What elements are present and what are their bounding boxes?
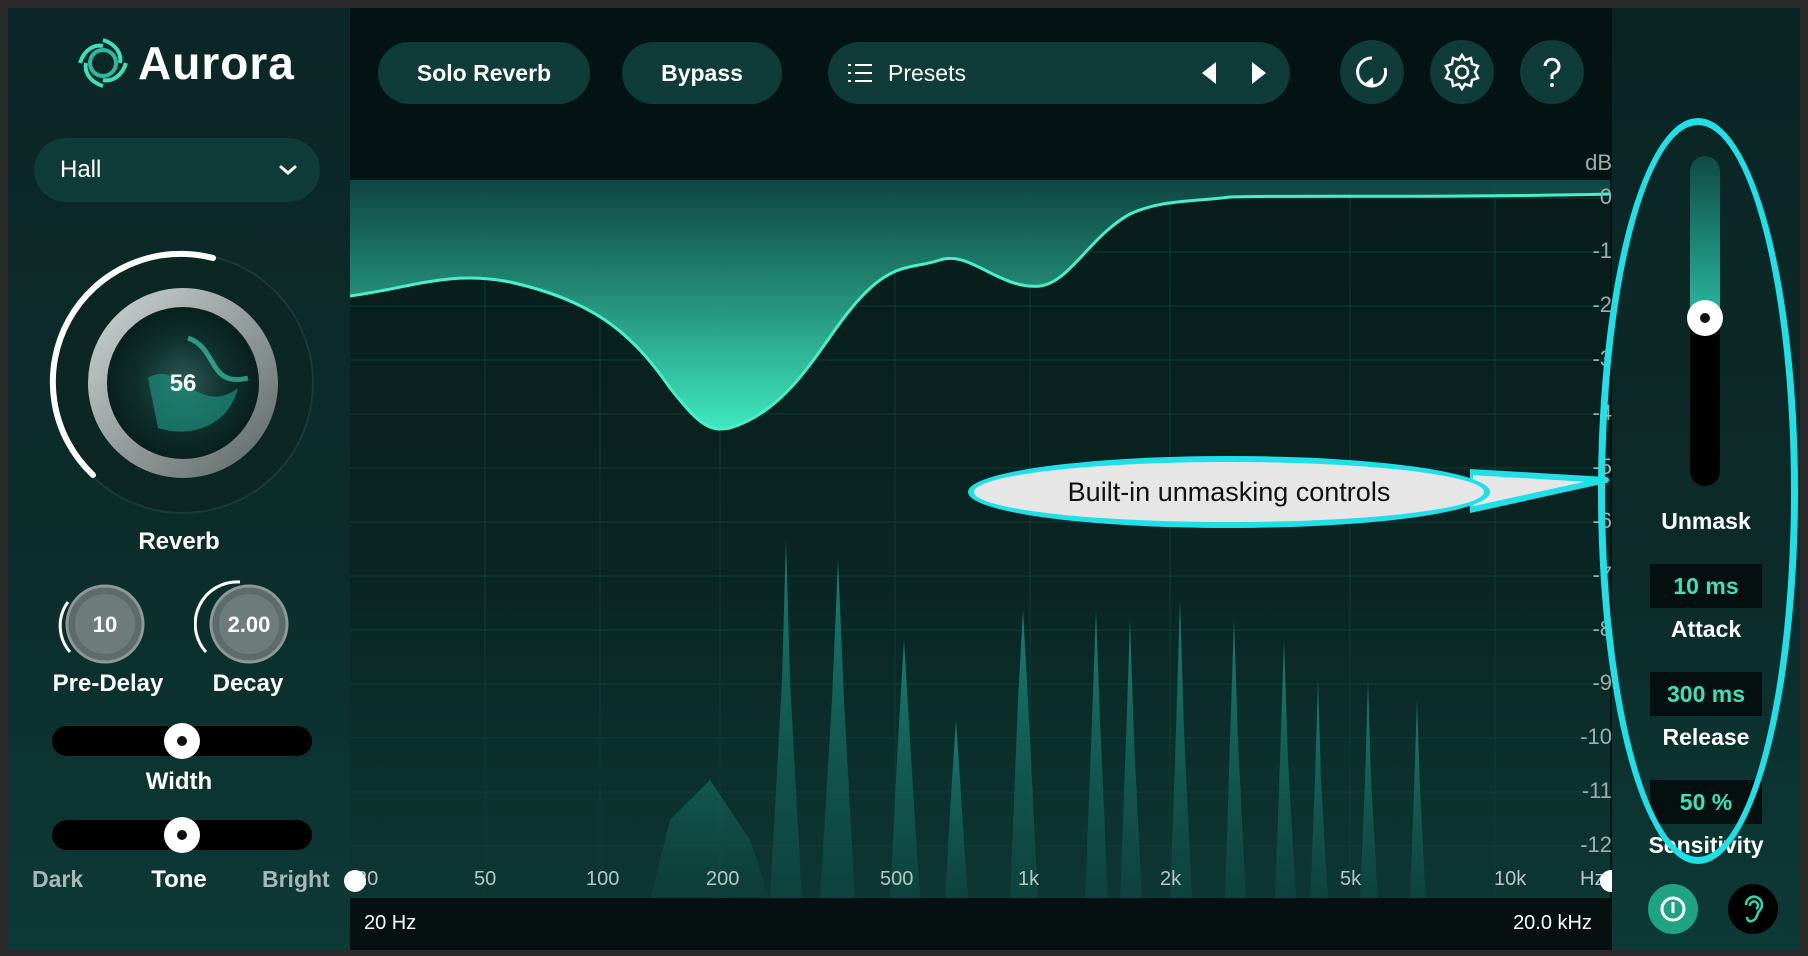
bypass-button[interactable]: Bypass	[622, 42, 782, 104]
decay-value: 2.00	[228, 612, 271, 637]
aurora-plugin-window: Aurora Hall 56 Reverb 10 Pre-Delay 2.00 …	[0, 0, 1808, 956]
help-icon	[1543, 57, 1561, 87]
range-low-label: 20 Hz	[364, 912, 417, 934]
power-icon	[1660, 896, 1686, 922]
window-right-border	[1800, 0, 1808, 956]
frequency-tick-label: 500	[880, 868, 914, 890]
decay-knob[interactable]: 2.00	[194, 568, 294, 668]
listen-button[interactable]	[1728, 884, 1778, 934]
db-tick-label: 0	[1599, 184, 1612, 209]
solo-reverb-button[interactable]: Solo Reverb	[378, 42, 590, 104]
width-slider-handle[interactable]	[164, 723, 200, 759]
width-label: Width	[145, 768, 213, 795]
callout-pointer	[1470, 469, 1609, 513]
presets-label: Presets	[888, 59, 966, 86]
undo-button[interactable]	[1340, 40, 1404, 104]
prev-arrow-icon[interactable]	[1198, 60, 1220, 86]
frequency-tick-label: 50	[474, 868, 497, 890]
frequency-tick-label: 10k	[1494, 868, 1527, 890]
settings-button[interactable]	[1430, 40, 1494, 104]
window-top-border	[0, 0, 1808, 8]
frequency-tick-label: 2k	[1160, 868, 1182, 890]
next-arrow-icon[interactable]	[1248, 60, 1270, 86]
reverb-mode-value: Hall	[60, 156, 102, 183]
power-button[interactable]	[1648, 884, 1698, 934]
solo-reverb-label: Solo Reverb	[416, 59, 552, 86]
db-tick-label: -10	[1580, 724, 1612, 749]
window-bottom-border	[0, 950, 1808, 956]
db-tick-label: -11	[1581, 778, 1612, 803]
presets-bar[interactable]: Presets	[828, 42, 1290, 104]
db-tick-label: -8	[1592, 616, 1612, 641]
gear-icon	[1444, 52, 1480, 92]
frequency-tick-label: 200	[706, 868, 740, 890]
left-panel: Aurora Hall 56 Reverb 10 Pre-Delay 2.00 …	[8, 8, 350, 950]
db-tick-label: -1	[1592, 238, 1612, 263]
db-tick-label: -2	[1592, 292, 1612, 317]
frequency-tick-label: 1k	[1018, 868, 1040, 890]
tone-bright-label: Bright	[262, 866, 330, 892]
reverb-knob[interactable]: 56	[38, 238, 328, 528]
reverb-mode-dropdown[interactable]: Hall	[34, 138, 320, 202]
bypass-label: Bypass	[661, 59, 743, 86]
annotation-callout: Built-in unmasking controls	[968, 456, 1490, 528]
tone-slider[interactable]	[52, 817, 312, 853]
range-low-handle[interactable]	[344, 870, 366, 892]
db-tick-label: -9	[1592, 670, 1612, 695]
annotation-highlight-ellipse	[1598, 118, 1798, 864]
ear-icon	[1744, 895, 1764, 923]
chevron-down-icon	[279, 165, 297, 175]
decay-label: Decay	[212, 670, 284, 697]
help-button[interactable]	[1520, 40, 1584, 104]
app-logo: Aurora	[76, 36, 295, 90]
db-tick-label: -12	[1580, 832, 1612, 857]
aurora-logo-icon	[78, 38, 128, 88]
reverb-label: Reverb	[138, 528, 220, 555]
width-slider[interactable]	[52, 723, 312, 759]
pre-delay-value: 10	[93, 612, 117, 637]
frequency-tick-label: 100	[586, 868, 620, 890]
reverb-value: 56	[170, 370, 197, 397]
annotation-text: Built-in unmasking controls	[1067, 476, 1391, 507]
list-icon	[848, 64, 872, 82]
frequency-tick-label: 5k	[1340, 868, 1362, 890]
window-left-border	[0, 0, 8, 956]
tone-slider-handle[interactable]	[164, 817, 200, 853]
pre-delay-knob[interactable]: 10	[52, 568, 152, 668]
range-high-label: 20.0 kHz	[1513, 912, 1592, 934]
db-unit-label: dB	[1585, 150, 1612, 175]
pre-delay-label: Pre-Delay	[52, 670, 164, 697]
undo-icon	[1356, 56, 1388, 88]
app-name: Aurora	[138, 37, 295, 89]
frequency-range-bar: 20 Hz 20.0 kHz	[350, 898, 1610, 950]
spectrum-graph[interactable]	[350, 140, 1610, 950]
